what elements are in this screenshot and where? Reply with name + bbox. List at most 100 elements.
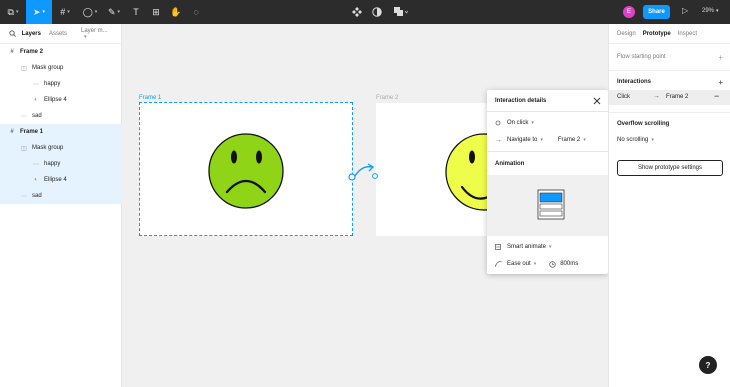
toolbar: ⧉ ▾ ➤ ▾ # ▾ ◯ ▾ ✎ ▾ T ⊞ ✋ ◌ E Share ▷ 29% ▾ — [0, 0, 730, 24]
interaction-arrow-icon: → — [653, 93, 660, 100]
move-tool-button[interactable]: ➤ ▾ — [26, 0, 52, 24]
layer-row[interactable]: # Frame 1 — [0, 124, 122, 140]
tab-layer-menu[interactable]: Layer m... ▾ — [81, 28, 113, 40]
present-play-icon[interactable]: ▷ — [682, 6, 688, 15]
flow-starting-point-label: Flow starting point — [617, 54, 666, 60]
easing-curve-icon — [495, 261, 502, 267]
main-menu-icon: ⧉ — [7, 6, 14, 17]
overflow-heading: Overflow scrolling — [617, 121, 670, 127]
move-tool-icon: ➤ — [32, 6, 41, 17]
layer-row[interactable]: ⋯ happy — [0, 156, 122, 172]
add-flow-icon[interactable]: + — [718, 53, 723, 62]
interactions-heading: Interactions — [617, 79, 652, 85]
main-menu-button[interactable]: ⧉ ▾ — [0, 0, 26, 24]
pen-tool-button[interactable]: ✎ ▾ — [102, 0, 126, 24]
search-icon[interactable] — [9, 30, 16, 37]
frame-icon: # — [10, 49, 14, 55]
action-dropdown[interactable]: Navigate to ▾ — [507, 137, 543, 143]
tab-assets[interactable]: Assets — [49, 31, 67, 37]
interaction-row[interactable]: Click → Frame 2 − — [609, 90, 730, 105]
layer-row[interactable]: ◐ Ellipse 4 — [0, 172, 122, 188]
layer-row[interactable]: # Frame 2 — [0, 44, 122, 60]
add-interaction-icon[interactable]: + — [718, 78, 723, 87]
navigate-arrow-icon: → — [495, 136, 502, 144]
frame-1[interactable] — [139, 102, 353, 236]
text-tool-button[interactable]: T — [126, 0, 146, 24]
shape-tool-button[interactable]: ◯ ▾ — [78, 0, 102, 24]
layer-row[interactable]: ◐ Ellipse 4 — [0, 92, 122, 108]
pen-tool-icon: ✎ — [107, 6, 116, 17]
layer-label: Mask group — [32, 65, 64, 71]
frame-tool-icon: # — [60, 7, 66, 17]
layer-row[interactable]: ◫ Mask group — [0, 140, 122, 156]
frame1-label[interactable]: Frame 1 — [139, 95, 161, 101]
layer-label: Frame 1 — [20, 129, 44, 135]
layer-label: Ellipse 4 — [44, 97, 67, 103]
layer-label: Ellipse 4 — [44, 177, 67, 183]
properties-panel: Design Prototype Inspect Flow starting p… — [608, 24, 730, 387]
frame-tool-button[interactable]: # ▾ — [52, 0, 78, 24]
frame-icon: # — [10, 129, 14, 135]
trigger-dropdown[interactable]: On click ▾ — [495, 118, 601, 128]
layer-label: happy — [44, 161, 61, 167]
smart-animate-icon — [495, 244, 501, 250]
animation-heading: Animation — [495, 161, 525, 167]
prototype-connection-arrow[interactable] — [347, 160, 381, 182]
layer-row[interactable]: ⋯ sad — [0, 188, 122, 204]
right-panel-tabs: Design Prototype Inspect — [609, 24, 730, 44]
easing-dropdown[interactable]: Ease out ▾ — [507, 261, 536, 267]
shape-tool-icon: ◯ — [82, 6, 93, 17]
tab-prototype[interactable]: Prototype — [643, 31, 671, 37]
overflow-dropdown[interactable]: No scrolling ▾ — [617, 135, 723, 145]
share-button[interactable]: Share — [643, 5, 670, 19]
vector-icon: ⋯ — [33, 161, 39, 168]
frame-2[interactable] — [376, 103, 488, 236]
resources-icon: ⊞ — [152, 6, 160, 17]
user-avatar[interactable]: E — [623, 6, 635, 18]
click-trigger-icon — [495, 120, 501, 126]
tab-inspect[interactable]: Inspect — [678, 31, 697, 37]
vector-icon: ⋯ — [21, 193, 27, 200]
sad-face-icon — [208, 133, 284, 209]
layer-label: sad — [32, 113, 42, 119]
hand-tool-icon: ✋ — [170, 6, 182, 17]
happy-face-icon — [445, 133, 488, 211]
remove-interaction-icon[interactable]: − — [714, 91, 719, 101]
destination-dropdown[interactable]: Frame 2 ▾ — [558, 137, 586, 143]
boolean-icon[interactable] — [394, 7, 408, 17]
animation-preview-icon — [537, 189, 565, 220]
mask-group-icon: ◫ — [21, 145, 27, 152]
duration-field[interactable]: 800ms — [560, 261, 578, 267]
layer-row[interactable]: ⋯ happy — [0, 76, 122, 92]
interaction-target: Frame 2 — [666, 94, 689, 100]
component-icon[interactable] — [352, 7, 362, 17]
layer-label: Mask group — [32, 145, 64, 151]
layer-row[interactable]: ⋯ sad — [0, 108, 122, 124]
layer-label: Frame 2 — [20, 49, 44, 55]
mask-group-icon: ◫ — [21, 65, 27, 72]
zoom-dropdown[interactable]: 29% ▾ — [702, 8, 719, 14]
resources-button[interactable]: ⊞ — [146, 0, 166, 24]
tab-design[interactable]: Design — [617, 31, 636, 37]
left-panel-tabs: Layers Assets Layer m... ▾ — [0, 24, 121, 44]
help-button[interactable]: ? — [699, 356, 717, 374]
animation-type-dropdown[interactable]: Smart animate ▾ — [495, 242, 601, 252]
close-icon[interactable] — [593, 97, 601, 105]
layer-row[interactable]: ◫ Mask group — [0, 60, 122, 76]
vector-icon: ⋯ — [21, 113, 27, 120]
vector-icon: ⋯ — [33, 81, 39, 88]
ellipse-icon: ◐ — [34, 97, 38, 103]
layers-panel: Layers Assets Layer m... ▾ # Frame 2 ◫ Mask… — [0, 24, 122, 387]
tab-layers[interactable]: Layers — [22, 31, 41, 37]
comment-tool-button[interactable]: ◌ — [186, 0, 206, 24]
hand-tool-button[interactable]: ✋ — [166, 0, 186, 24]
show-prototype-settings-button[interactable]: Show prototype settings — [617, 160, 723, 176]
contrast-icon[interactable] — [372, 7, 382, 17]
layer-label: sad — [32, 193, 42, 199]
interaction-details-popup: Interaction details On click ▾ → Navigate… — [487, 90, 608, 274]
frame2-label[interactable]: Frame 2 — [376, 95, 398, 101]
comment-tool-icon: ◌ — [193, 7, 199, 17]
popup-title: Interaction details — [495, 98, 547, 104]
animation-preview — [487, 175, 608, 236]
layer-label: happy — [44, 81, 61, 87]
